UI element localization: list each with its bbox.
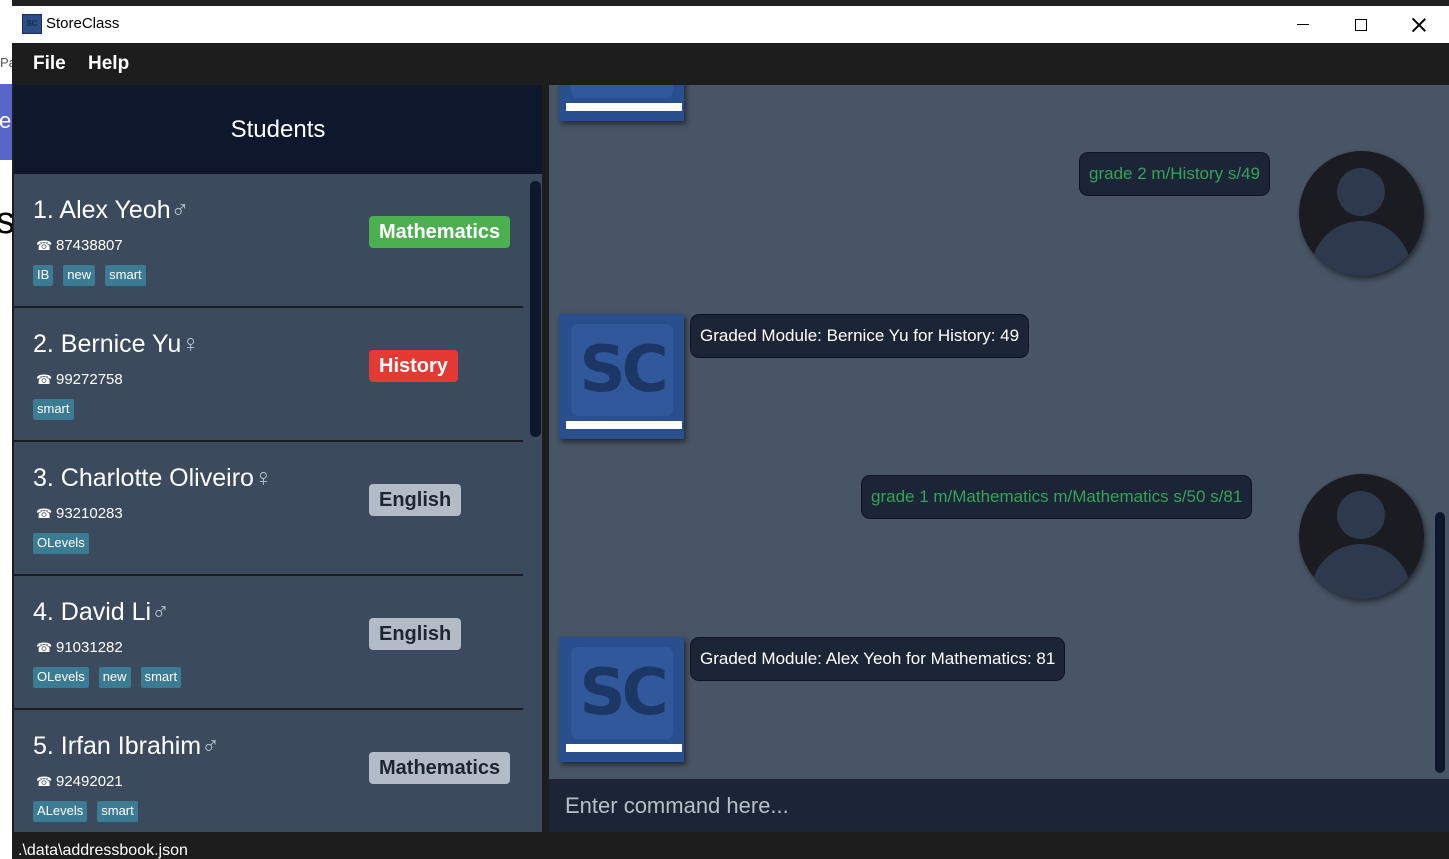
- tag-list: IB new smart: [33, 265, 146, 286]
- bot-response-bubble: Graded Module: Alex Yeoh for Mathematics…: [690, 637, 1066, 681]
- gender-icon: ♂: [201, 732, 220, 760]
- bot-response-bubble: Graded Module: Bernice Yu for History: 4…: [690, 314, 1030, 358]
- title-bar[interactable]: SC StoreClass: [12, 6, 1449, 43]
- user-command-bubble: grade 2 m/History s/49: [1079, 152, 1271, 196]
- tag-label: smart: [33, 399, 74, 420]
- maximize-icon: [1355, 18, 1367, 31]
- student-name: 2. Bernice Yu♀: [33, 330, 200, 359]
- user-avatar-head: [1337, 491, 1385, 539]
- student-card[interactable]: 1. Alex Yeoh♂ ☎ 87438807 IB new smart Mathemat…: [14, 174, 523, 308]
- student-phone: 91031282: [56, 639, 123, 656]
- minimize-button[interactable]: [1274, 6, 1332, 43]
- module-badge: History: [369, 350, 458, 382]
- module-badge: English: [369, 484, 462, 516]
- student-name-text: 4. David Li: [33, 598, 152, 626]
- split-pane-divider[interactable]: [542, 85, 549, 832]
- command-box: [549, 779, 1449, 832]
- status-bar: .\data\addressbook.json: [12, 832, 1449, 859]
- status-file-path: .\data\addressbook.json: [18, 842, 188, 859]
- tag-label: OLevels: [33, 533, 89, 554]
- student-list[interactable]: 1. Alex Yeoh♂ ☎ 87438807 IB new smart Mathemat…: [14, 174, 523, 832]
- app-icon: SC: [22, 14, 42, 34]
- tag-list: smart: [33, 399, 74, 420]
- close-button[interactable]: [1390, 6, 1448, 43]
- phone-icon: ☎: [36, 775, 53, 790]
- user-avatar-head: [1337, 168, 1385, 216]
- student-phone: 87438807: [56, 237, 123, 254]
- command-input[interactable]: [549, 779, 1449, 832]
- student-name-text: 1. Alex Yeoh: [33, 196, 171, 224]
- student-name: 4. David Li♂: [33, 598, 170, 627]
- window-title: StoreClass: [46, 15, 120, 32]
- bot-logo-icon: SC: [571, 85, 673, 98]
- tag-list: OLevels new smart: [33, 667, 182, 688]
- chat-scrollbar-thumb[interactable]: [1435, 512, 1445, 773]
- bot-avatar-bar: [566, 744, 682, 752]
- module-badge: English: [369, 618, 462, 650]
- user-avatar-icon: [1299, 151, 1424, 276]
- student-name-text: 2. Bernice Yu: [33, 330, 182, 358]
- menu-bar: File Help: [12, 43, 1449, 85]
- gender-icon: ♂: [170, 196, 190, 224]
- tag-label: smart: [105, 265, 146, 286]
- user-avatar-body: [1311, 221, 1411, 276]
- tag-label: smart: [140, 667, 182, 688]
- bot-avatar: SC: [559, 85, 684, 121]
- bot-logo-icon: SC: [571, 647, 673, 739]
- app-window: SC StoreClass File Help Students 1. Alex…: [12, 6, 1449, 859]
- student-phone: 93210283: [56, 505, 123, 522]
- module-badge: Mathematics: [369, 752, 511, 784]
- gender-icon: ♀: [253, 464, 273, 492]
- tag-label: IB: [33, 265, 54, 286]
- student-name-text: 3. Charlotte Oliveiro: [33, 464, 254, 492]
- bot-avatar: SC: [559, 637, 684, 762]
- menu-file[interactable]: File: [33, 53, 66, 75]
- desktop-background-left: Pa er s: [0, 0, 19, 859]
- chat-panel[interactable]: SC grade 2 m/History s/49 SC Graded Modu…: [549, 85, 1449, 779]
- module-badge: Mathematics: [369, 216, 511, 248]
- tag-label: ALevels: [33, 801, 88, 822]
- gender-icon: ♂: [151, 598, 170, 626]
- student-name: 1. Alex Yeoh♂: [33, 196, 189, 225]
- bot-avatar: SC: [559, 314, 684, 439]
- phone-icon: ☎: [36, 239, 53, 254]
- student-list-scrollbar-thumb[interactable]: [530, 181, 541, 437]
- minimize-icon: [1297, 24, 1309, 25]
- student-card[interactable]: 3. Charlotte Oliveiro♀ ☎ 93210283 OLevels En…: [14, 442, 523, 576]
- student-phone: 92492021: [56, 773, 123, 790]
- student-name: 5. Irfan Ibrahim♂: [33, 732, 220, 761]
- student-name-text: 5. Irfan Ibrahim: [33, 732, 202, 760]
- tag-list: ALevels smart: [33, 801, 138, 822]
- phone-icon: ☎: [36, 507, 53, 522]
- gender-icon: ♀: [181, 330, 201, 358]
- tag-label: OLevels: [33, 667, 89, 688]
- user-avatar-body: [1311, 544, 1411, 599]
- student-phone: 99272758: [56, 371, 123, 388]
- bot-logo-icon: SC: [571, 324, 673, 416]
- user-avatar-icon: [1299, 474, 1424, 599]
- tag-list: OLevels: [33, 533, 89, 554]
- tag-label: smart: [97, 801, 138, 822]
- student-card[interactable]: 5. Irfan Ibrahim♂ ☎ 92492021 ALevels smart Ma…: [14, 710, 523, 832]
- student-list-panel: Students 1. Alex Yeoh♂ ☎ 87438807 IB new smar…: [14, 85, 542, 832]
- phone-icon: ☎: [36, 373, 53, 388]
- student-name: 3. Charlotte Oliveiro♀: [33, 464, 273, 493]
- phone-icon: ☎: [36, 641, 53, 656]
- bot-avatar-bar: [566, 421, 682, 429]
- student-card[interactable]: 2. Bernice Yu♀ ☎ 99272758 smart History: [14, 308, 523, 442]
- close-icon: [1412, 18, 1426, 32]
- bot-avatar-bar: [566, 103, 682, 111]
- student-list-title: Students: [14, 85, 542, 174]
- user-command-bubble: grade 1 m/Mathematics m/Mathematics s/50…: [861, 475, 1253, 519]
- tag-label: new: [63, 265, 96, 286]
- student-card[interactable]: 4. David Li♂ ☎ 91031282 OLevels new smart Engl…: [14, 576, 523, 710]
- maximize-button[interactable]: [1332, 6, 1390, 43]
- menu-help[interactable]: Help: [88, 53, 129, 75]
- tag-label: new: [98, 667, 131, 688]
